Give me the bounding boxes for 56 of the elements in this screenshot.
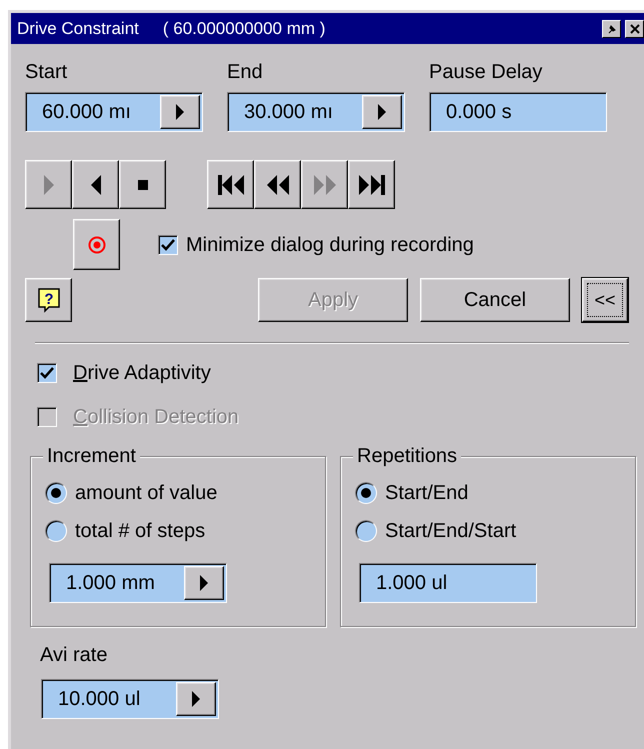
right-triangle-icon (191, 691, 201, 707)
spin-button[interactable] (160, 95, 200, 129)
field-label: End (227, 60, 264, 84)
pin-icon (606, 24, 616, 34)
help-button[interactable]: ? (25, 278, 72, 322)
radio-label: total # of steps (75, 519, 206, 543)
value-field[interactable]: 1.000 ul (359, 563, 537, 603)
field-value: 10.000 ul (58, 684, 170, 714)
transport-button[interactable] (72, 160, 119, 209)
spin-button[interactable] (362, 95, 402, 129)
field-label: Avi rate (40, 643, 108, 667)
transport-button[interactable] (207, 160, 254, 209)
field-label: Pause Delay (429, 60, 544, 84)
checkbox-label: Drive Adaptivity (73, 361, 211, 385)
checkbox-label: Minimize dialog during recording (186, 232, 474, 256)
dialog-button[interactable]: Cancel (420, 278, 570, 322)
field-value: 0.000 s (446, 97, 596, 127)
check-icon (40, 367, 54, 379)
checkbox[interactable] (158, 234, 178, 254)
value-field[interactable]: 10.000 ul (41, 679, 219, 719)
radio-button[interactable] (45, 482, 67, 504)
field-value: 30.000 mı (244, 97, 356, 127)
value-field[interactable]: 30.000 mı (227, 92, 405, 132)
close-icon (630, 24, 640, 34)
transport-button[interactable] (254, 160, 301, 209)
right-triangle-icon (377, 104, 387, 120)
value-field[interactable]: 0.000 s (429, 92, 607, 132)
radio-label: amount of value (75, 481, 218, 505)
dialog-button[interactable]: << (582, 278, 628, 322)
spin-button[interactable] (184, 566, 224, 600)
radio-button[interactable] (45, 520, 67, 542)
spin-button[interactable] (176, 682, 216, 716)
field-value: 1.000 ul (376, 568, 526, 598)
value-field[interactable]: 60.000 mı (25, 92, 203, 132)
check-icon (161, 238, 175, 250)
close-button[interactable] (625, 20, 644, 38)
record-icon (86, 234, 106, 254)
field-value: 60.000 mı (42, 97, 154, 127)
field-label: Start (25, 60, 68, 84)
right-triangle-icon (175, 104, 185, 120)
transport-button[interactable] (348, 160, 395, 209)
right-triangle-icon (199, 575, 209, 591)
help-icon: ? (36, 287, 60, 313)
record-button[interactable] (73, 219, 120, 270)
transport-button[interactable] (119, 160, 166, 209)
window-subtitle: ( 60.000000000 mm ) (162, 18, 326, 40)
radio-label: Start/End (385, 481, 468, 505)
pin-button[interactable] (602, 20, 621, 38)
radio-button[interactable] (355, 482, 377, 504)
field-value: 1.000 mm (66, 568, 178, 598)
checkbox-label: Collision Detection (73, 405, 239, 429)
radio-label: Start/End/Start (385, 519, 516, 543)
radio-button[interactable] (355, 520, 377, 542)
window-title: Drive Constraint (17, 18, 139, 40)
checkbox[interactable] (37, 363, 57, 383)
value-field[interactable]: 1.000 mm (49, 563, 227, 603)
